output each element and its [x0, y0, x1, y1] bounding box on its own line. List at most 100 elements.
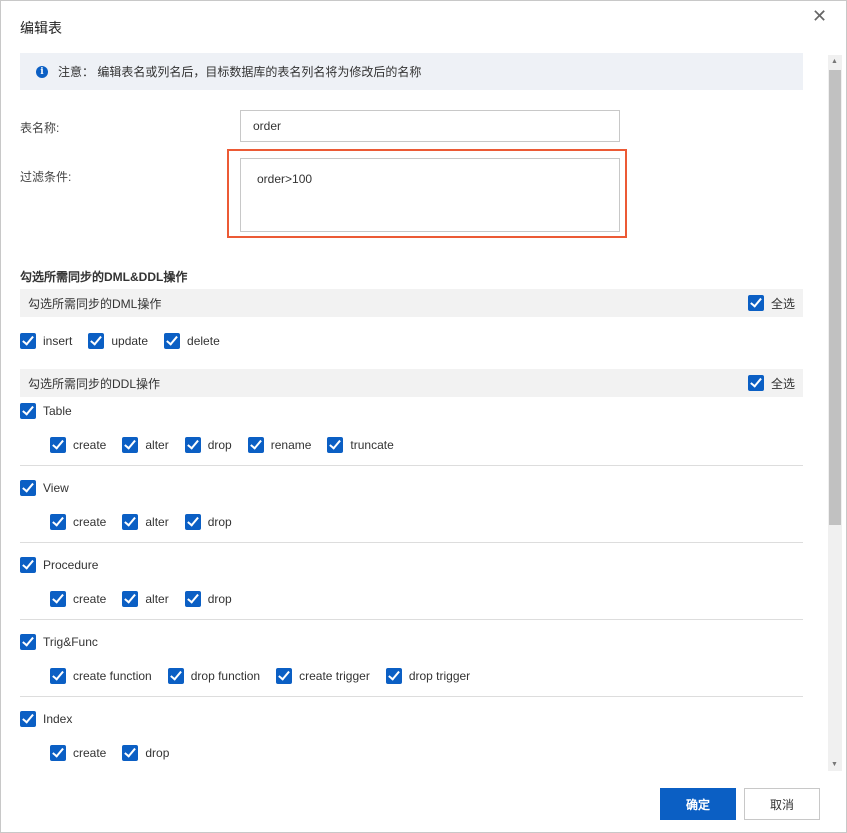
- ddl-checkbox-alter[interactable]: alter: [122, 514, 169, 530]
- checkbox-checked-icon: [385, 668, 402, 684]
- checkbox-label: drop function: [190, 669, 261, 683]
- divider: [20, 465, 803, 466]
- dml-options: insert update delete: [20, 333, 220, 349]
- ddl-checkbox-drop[interactable]: drop: [184, 514, 232, 530]
- checkbox-label: truncate: [350, 438, 394, 452]
- checkbox-label: create: [73, 746, 107, 760]
- scrollbar[interactable]: ▲ ▼: [828, 55, 842, 771]
- checkbox-checked-icon: [184, 437, 201, 453]
- checkbox-checked-icon: [164, 333, 181, 349]
- select-all-label: 全选: [770, 296, 795, 311]
- scroll-up-icon[interactable]: ▲: [831, 58, 838, 65]
- close-icon[interactable]: ✕: [812, 6, 827, 27]
- ddl-checkbox-alter[interactable]: alter: [122, 591, 169, 607]
- ddl-title: 勾选所需同步的DDL操作: [28, 376, 161, 391]
- dml-checkbox-update[interactable]: update: [88, 333, 148, 349]
- ddl-group-options: create alter drop rename truncate: [50, 437, 394, 453]
- dml-checkbox-insert[interactable]: insert: [20, 333, 72, 349]
- info-icon: i: [36, 65, 48, 78]
- ddl-checkbox-drop-function[interactable]: drop function: [167, 668, 261, 684]
- checkbox-checked-icon: [20, 480, 36, 496]
- checkbox-label: Index: [43, 712, 73, 726]
- checkbox-label: drop trigger: [408, 669, 471, 683]
- checkbox-label: alter: [145, 515, 169, 529]
- checkbox-checked-icon: [50, 514, 66, 530]
- ddl-checkbox-create[interactable]: create: [50, 745, 106, 761]
- checkbox-checked-icon: [247, 437, 264, 453]
- checkbox-checked-icon: [20, 333, 36, 349]
- ddl-checkbox-create[interactable]: create: [50, 591, 106, 607]
- checkbox-label: View: [43, 481, 69, 495]
- divider: [20, 696, 803, 697]
- dml-header: 勾选所需同步的DML操作 全选: [20, 289, 803, 317]
- checkbox-label: drop: [207, 515, 232, 529]
- dml-title: 勾选所需同步的DML操作: [28, 296, 162, 311]
- checkbox-label: create function: [73, 669, 152, 683]
- dml-select-all-checkbox[interactable]: 全选: [747, 295, 795, 312]
- scroll-down-icon[interactable]: ▼: [831, 761, 838, 768]
- table-name-label: 表名称:: [20, 121, 60, 135]
- filter-textarea[interactable]: order>100: [240, 158, 620, 232]
- checkbox-checked-icon: [50, 668, 66, 684]
- checkbox-checked-icon: [327, 437, 344, 453]
- ok-button[interactable]: 确定: [660, 788, 736, 820]
- checkbox-label: create: [73, 438, 107, 452]
- table-name-input[interactable]: [240, 110, 620, 142]
- filter-label: 过滤条件:: [20, 170, 72, 184]
- checkbox-label: alter: [145, 592, 169, 606]
- ddl-checkbox-drop[interactable]: drop: [122, 745, 169, 761]
- ddl-checkbox-alter[interactable]: alter: [122, 437, 169, 453]
- ddl-checkbox-create-trigger[interactable]: create trigger: [276, 668, 370, 684]
- ddl-group-checkbox-view[interactable]: View: [20, 480, 69, 496]
- ddl-checkbox-create[interactable]: create: [50, 437, 106, 453]
- checkbox-label: Trig&Func: [43, 635, 98, 649]
- checkbox-label: create: [73, 515, 107, 529]
- ddl-group-checkbox-procedure[interactable]: Procedure: [20, 557, 98, 573]
- dml-checkbox-delete[interactable]: delete: [164, 333, 220, 349]
- checkbox-label: drop: [145, 746, 170, 760]
- checkbox-checked-icon: [184, 514, 201, 530]
- checkbox-label: drop: [207, 592, 232, 606]
- checkbox-checked-icon: [167, 668, 184, 684]
- checkbox-label: drop: [207, 438, 232, 452]
- checkbox-label: create trigger: [299, 669, 370, 683]
- ddl-checkbox-create-function[interactable]: create function: [50, 668, 152, 684]
- ddl-checkbox-truncate[interactable]: truncate: [327, 437, 394, 453]
- checkbox-label: delete: [187, 334, 220, 348]
- checkbox-checked-icon: [50, 591, 66, 607]
- dialog-title: 编辑表: [20, 20, 62, 36]
- checkbox-checked-icon: [20, 711, 36, 727]
- checkbox-checked-icon: [50, 745, 66, 761]
- ddl-header: 勾选所需同步的DDL操作 全选: [20, 369, 803, 397]
- ddl-checkbox-create[interactable]: create: [50, 514, 106, 530]
- divider: [20, 542, 803, 543]
- ddl-checkbox-drop[interactable]: drop: [184, 437, 232, 453]
- ddl-group-options: create function drop function create trigg…: [50, 668, 470, 684]
- checkbox-label: Procedure: [43, 558, 99, 572]
- cancel-button[interactable]: 取消: [744, 788, 820, 820]
- checkbox-label: alter: [145, 438, 169, 452]
- ddl-checkbox-drop[interactable]: drop: [184, 591, 232, 607]
- checkbox-label: Table: [43, 404, 72, 418]
- checkbox-checked-icon: [276, 668, 293, 684]
- checkbox-checked-icon: [122, 745, 139, 761]
- checkbox-checked-icon: [20, 634, 36, 650]
- checkbox-checked-icon: [122, 437, 139, 453]
- checkbox-label: update: [111, 334, 149, 348]
- ddl-checkbox-drop-trigger[interactable]: drop trigger: [385, 668, 471, 684]
- checkbox-checked-icon: [20, 557, 36, 573]
- ops-section-title: 勾选所需同步的DML&DDL操作: [20, 270, 188, 284]
- checkbox-checked-icon: [50, 437, 66, 453]
- checkbox-label: create: [73, 592, 107, 606]
- checkbox-checked-icon: [122, 514, 139, 530]
- ddl-group-checkbox-table[interactable]: Table: [20, 403, 72, 419]
- scrollbar-thumb[interactable]: [829, 70, 841, 525]
- checkbox-checked-icon: [88, 333, 105, 349]
- checkbox-checked-icon: [747, 295, 764, 311]
- ddl-group-checkbox-trig-func[interactable]: Trig&Func: [20, 634, 98, 650]
- ddl-checkbox-rename[interactable]: rename: [247, 437, 311, 453]
- select-all-label: 全选: [770, 376, 795, 391]
- ddl-group-checkbox-index[interactable]: Index: [20, 711, 72, 727]
- checkbox-label: insert: [43, 334, 73, 348]
- ddl-select-all-checkbox[interactable]: 全选: [747, 375, 795, 392]
